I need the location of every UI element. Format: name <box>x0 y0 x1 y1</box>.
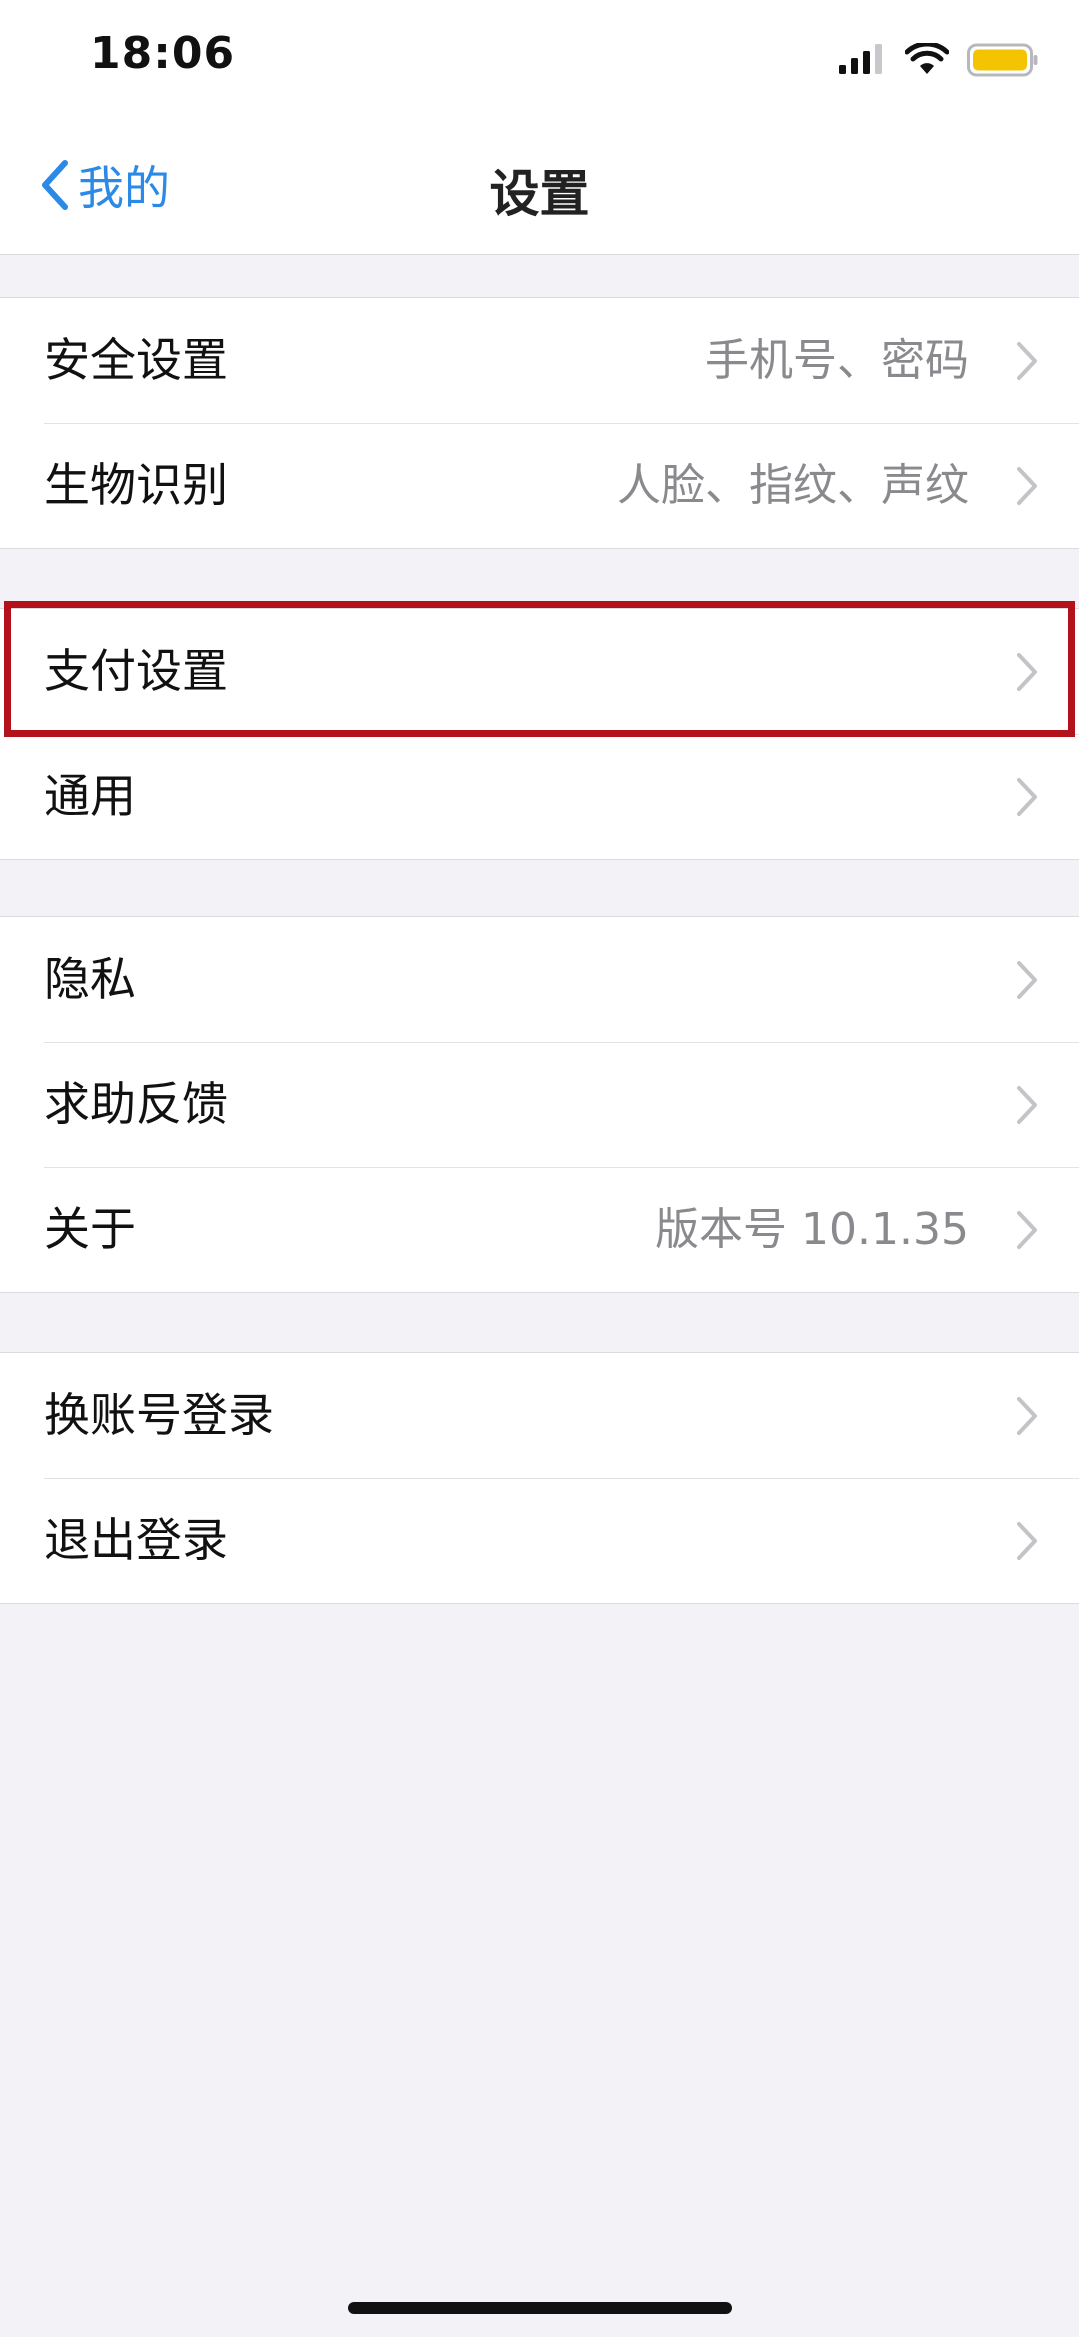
row-label: 退出登录 <box>44 1513 228 1567</box>
chevron-right-icon <box>1017 961 1037 999</box>
page-title: 设置 <box>489 165 590 223</box>
settings-group-account: 换账号登录 退出登录 <box>0 1352 1079 1604</box>
row-biometrics[interactable]: 生物识别 人脸、指纹、声纹 <box>0 423 1079 548</box>
chevron-right-icon <box>1017 1086 1037 1124</box>
settings-group-account-security: 安全设置 手机号、密码 生物识别 人脸、指纹、声纹 <box>0 297 1079 549</box>
row-label: 通用 <box>44 769 136 823</box>
row-privacy[interactable]: 隐私 <box>0 917 1079 1042</box>
home-indicator[interactable] <box>348 2302 732 2314</box>
chevron-right-icon <box>1017 1522 1037 1560</box>
row-value: 手机号、密码 <box>705 335 969 386</box>
chevron-right-icon <box>1017 778 1037 816</box>
status-time: 18:06 <box>90 28 236 79</box>
row-label: 支付设置 <box>44 644 228 698</box>
row-label: 关于 <box>44 1202 136 1256</box>
row-general[interactable]: 通用 <box>0 734 1079 859</box>
row-payment-settings[interactable]: 支付设置 <box>0 609 1079 734</box>
row-label: 换账号登录 <box>44 1388 274 1442</box>
row-about[interactable]: 关于 版本号 10.1.35 <box>0 1167 1079 1292</box>
chevron-right-icon <box>1017 342 1037 380</box>
row-help-feedback[interactable]: 求助反馈 <box>0 1042 1079 1167</box>
row-switch-account[interactable]: 换账号登录 <box>0 1353 1079 1478</box>
settings-group-privacy-help: 隐私 求助反馈 关于 版本号 10.1.35 <box>0 916 1079 1293</box>
row-label: 隐私 <box>44 952 136 1006</box>
wifi-icon <box>905 43 949 74</box>
row-value: 版本号 10.1.35 <box>655 1204 969 1255</box>
row-value: 人脸、指纹、声纹 <box>617 460 969 511</box>
row-label: 求助反馈 <box>44 1077 228 1131</box>
row-logout[interactable]: 退出登录 <box>0 1478 1079 1603</box>
navigation-bar: 我的 设置 <box>0 120 1079 255</box>
cellular-signal-icon <box>839 44 882 74</box>
chevron-right-icon <box>1017 467 1037 505</box>
settings-group-payment-general: 支付设置 通用 <box>0 608 1079 860</box>
status-icons <box>837 42 1039 78</box>
battery-icon <box>967 43 1038 77</box>
status-bar: 18:06 <box>0 0 1079 120</box>
chevron-right-icon <box>1017 1211 1037 1249</box>
chevron-right-icon <box>1017 1397 1037 1435</box>
row-security-settings[interactable]: 安全设置 手机号、密码 <box>0 298 1079 423</box>
chevron-right-icon <box>1017 653 1037 691</box>
row-label: 生物识别 <box>44 458 228 512</box>
row-label: 安全设置 <box>44 333 228 387</box>
